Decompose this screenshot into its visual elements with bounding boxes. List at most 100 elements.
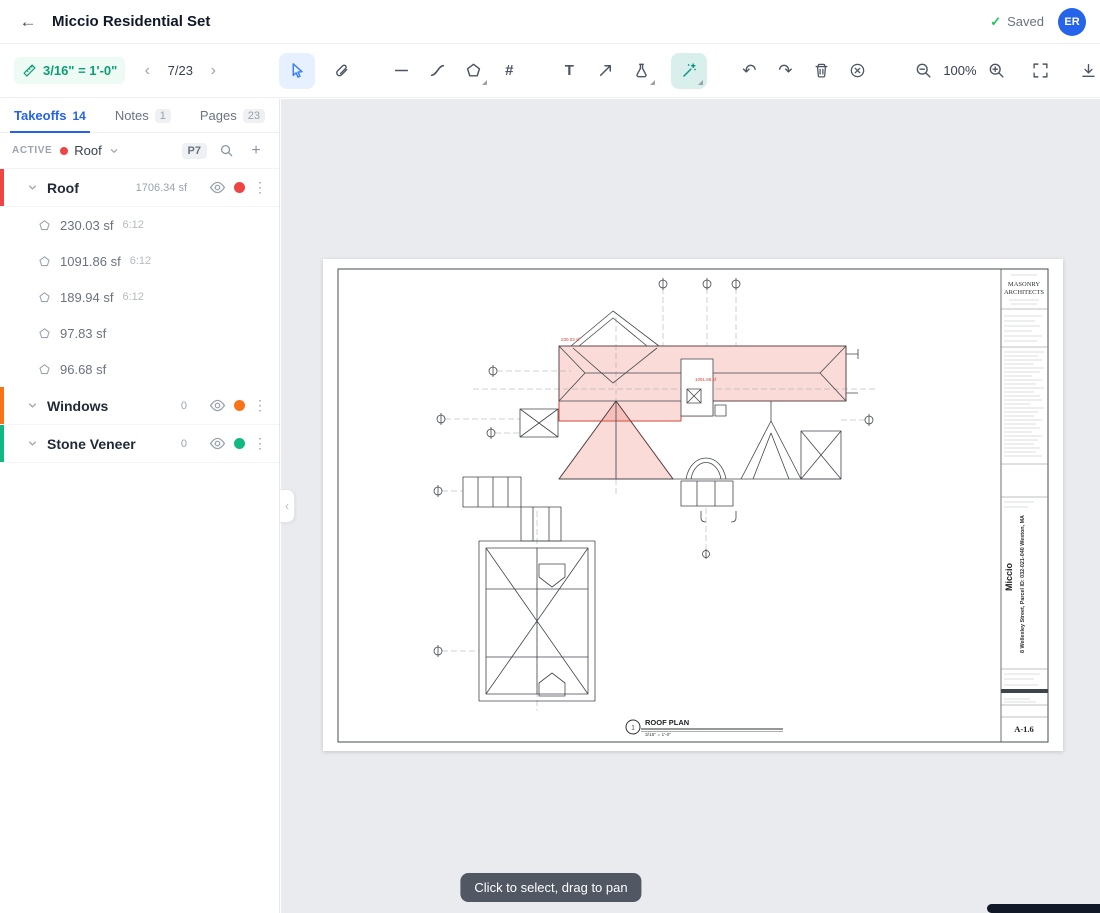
pentagon-icon [38, 363, 51, 376]
magic-wand-icon [681, 62, 698, 79]
delete-button[interactable] [803, 53, 839, 89]
curve-icon [429, 62, 446, 79]
polygon-tool[interactable] [455, 53, 491, 89]
search-icon [219, 143, 234, 158]
save-status: ✓ Saved [990, 14, 1044, 30]
arrow-tool[interactable] [587, 53, 623, 89]
curve-tool[interactable] [419, 53, 455, 89]
takeoff-item[interactable]: 230.03 sf 6:12 [0, 207, 279, 243]
zoom-in-button[interactable] [979, 53, 1015, 89]
flask-tool[interactable] [623, 53, 659, 89]
tab-label: Notes [115, 108, 149, 123]
tab-notes[interactable]: Notes 1 [105, 99, 181, 132]
text-tool[interactable]: T [551, 53, 587, 89]
tool-dropdown-caret [650, 80, 655, 85]
drawing-sheet[interactable]: MASONRY ARCHITECTS Miccio 8 Wellesley St… [323, 259, 1063, 751]
takeoff-item[interactable]: 97.83 sf [0, 315, 279, 351]
color-dot[interactable] [234, 400, 245, 411]
group-total: 0 [181, 400, 187, 412]
download-icon [1080, 62, 1097, 79]
item-pitch: 6:12 [123, 219, 144, 231]
project-address: 8 Wellesley Street, Parcel ID: 032-021-0… [1020, 515, 1026, 653]
color-dot[interactable] [234, 182, 245, 193]
active-takeoff-row: ACTIVE Roof P7 + [0, 133, 279, 169]
sidebar-tabs: Takeoffs 14 Notes 1 Pages 23 [0, 99, 279, 133]
download-button[interactable] [1071, 53, 1100, 89]
scrollbar-thumb[interactable] [987, 904, 1100, 913]
architect-name-line2: ARCHITECTS [1004, 289, 1044, 296]
add-takeoff-button[interactable]: + [245, 140, 267, 162]
grid-tool[interactable]: # [491, 53, 527, 89]
magic-wand-tool[interactable] [671, 53, 707, 89]
redo-button[interactable]: ↷ [767, 53, 803, 89]
drawing-canvas[interactable]: MASONRY ARCHITECTS Miccio 8 Wellesley St… [281, 99, 1100, 913]
color-dot [60, 147, 68, 155]
active-selection-label: Roof [74, 143, 101, 158]
fullscreen-button[interactable] [1023, 53, 1059, 89]
zoom-out-button[interactable] [905, 53, 941, 89]
item-pitch: 6:12 [123, 291, 144, 303]
paperclip-icon [333, 62, 350, 79]
region-label: 1091.86 sf [695, 377, 717, 382]
scale-label: 3/16" = 1'-0" [43, 63, 117, 78]
eye-icon[interactable] [209, 397, 226, 414]
header-right: ✓ Saved ER [990, 8, 1086, 36]
prev-page-button[interactable]: ‹ [137, 59, 157, 83]
collapse-icon: ‹ [285, 499, 289, 513]
toolbar: 3/16" = 1'-0" ‹ 7/23 › # T ↶ ↷ [0, 44, 1100, 98]
back-icon: ← [20, 12, 37, 32]
takeoff-group-windows[interactable]: Windows 0 ⋮ [0, 387, 279, 425]
active-takeoff-select[interactable]: Roof [60, 143, 173, 158]
pentagon-icon [38, 219, 51, 232]
takeoff-group-roof[interactable]: Roof 1706.34 sf ⋮ [0, 169, 279, 207]
pentagon-icon [38, 327, 51, 340]
color-dot[interactable] [234, 438, 245, 449]
takeoff-item[interactable]: 96.68 sf [0, 351, 279, 387]
chevron-down-icon[interactable] [26, 399, 39, 412]
tool-dropdown-caret [698, 80, 703, 85]
kebab-menu[interactable]: ⋮ [253, 179, 267, 196]
tab-count-badge: 23 [243, 109, 265, 123]
zoom-level: 100% [943, 63, 976, 78]
takeoff-item[interactable]: 189.94 sf 6:12 [0, 279, 279, 315]
avatar[interactable]: ER [1058, 8, 1086, 36]
pentagon-icon [465, 62, 482, 79]
kebab-menu[interactable]: ⋮ [253, 397, 267, 414]
search-button[interactable] [215, 140, 237, 162]
select-tool[interactable] [279, 53, 315, 89]
item-area: 97.83 sf [60, 326, 106, 341]
eye-icon[interactable] [209, 179, 226, 196]
architect-name-line1: MASONRY [1008, 281, 1040, 288]
tab-pages[interactable]: Pages 23 [190, 99, 275, 132]
chevron-left-icon: ‹ [145, 62, 150, 80]
takeoff-item[interactable]: 1091.86 sf 6:12 [0, 243, 279, 279]
takeoff-group-stone-veneer[interactable]: Stone Veneer 0 ⋮ [0, 425, 279, 463]
undo-button[interactable]: ↶ [731, 53, 767, 89]
line-tool[interactable] [383, 53, 419, 89]
chevron-down-icon[interactable] [26, 437, 39, 450]
back-button[interactable]: ← [14, 8, 42, 36]
active-label: ACTIVE [12, 145, 52, 156]
deselect-button[interactable] [839, 53, 875, 89]
attach-tool[interactable] [323, 53, 359, 89]
arrow-icon [597, 62, 614, 79]
page-navigation: ‹ 7/23 › [137, 59, 223, 83]
tab-count-badge: 1 [155, 109, 171, 123]
chevron-right-icon: › [211, 62, 216, 80]
tab-takeoffs[interactable]: Takeoffs 14 [4, 99, 96, 132]
eye-icon[interactable] [209, 435, 226, 452]
kebab-menu[interactable]: ⋮ [253, 435, 267, 452]
scale-button[interactable]: 3/16" = 1'-0" [14, 57, 125, 84]
flask-icon [633, 62, 650, 79]
fullscreen-icon [1032, 62, 1049, 79]
item-area: 96.68 sf [60, 362, 106, 377]
next-page-button[interactable]: › [203, 59, 223, 83]
text-tool-icon: T [565, 62, 574, 79]
saved-label: Saved [1007, 14, 1044, 29]
titleblock-bar [1001, 689, 1048, 693]
sidebar: Takeoffs 14 Notes 1 Pages 23 ACTIVE Roof… [0, 99, 280, 913]
sidebar-collapse-handle[interactable]: ‹ [280, 489, 295, 523]
chevron-down-icon[interactable] [26, 181, 39, 194]
ruler-icon [22, 63, 37, 78]
pentagon-icon [38, 291, 51, 304]
